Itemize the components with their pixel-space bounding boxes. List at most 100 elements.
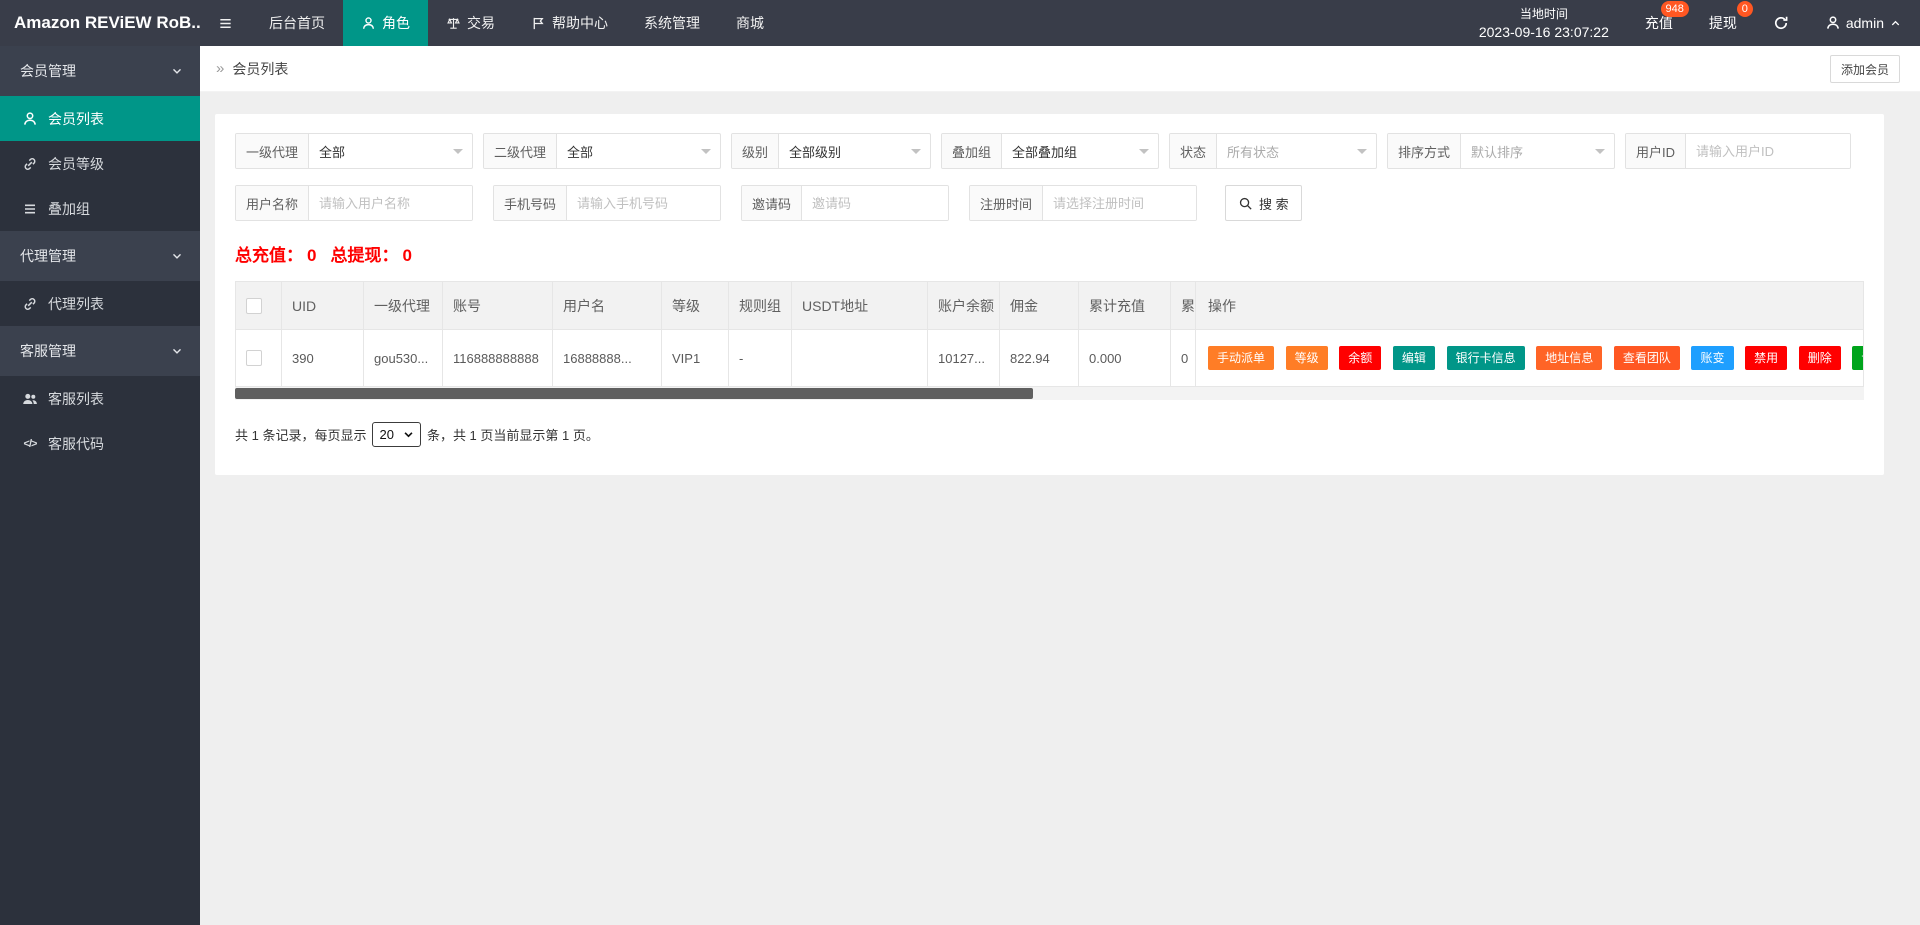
user-id-input[interactable]: [1686, 134, 1850, 168]
chevron-down-icon: [170, 344, 184, 358]
sidebar-item-member-level[interactable]: 会员等级: [0, 141, 200, 186]
nav-item-trade[interactable]: 交易: [428, 0, 513, 46]
nav-label: 角色: [382, 13, 410, 33]
col-total-withdraw: 累计提现: [1171, 282, 1196, 330]
add-member-button[interactable]: 添加会员: [1830, 55, 1900, 83]
nav-item-help-center[interactable]: 帮助中心: [513, 0, 626, 46]
withdraw-label: 提现: [1709, 13, 1737, 33]
col-agent1: 一级代理: [364, 282, 443, 330]
cell-uid: 390: [282, 330, 364, 387]
select-value: 全部叠加组: [1012, 142, 1077, 161]
status-select[interactable]: 所有状态: [1217, 134, 1376, 168]
select-value: 全部: [567, 142, 593, 161]
agent1-select[interactable]: 全部: [309, 134, 472, 168]
action-address-info[interactable]: 地址信息: [1536, 346, 1602, 370]
action-balance[interactable]: 余额: [1339, 346, 1381, 370]
hamburger-icon: [218, 16, 233, 31]
action-level[interactable]: 等级: [1286, 346, 1328, 370]
caret-down-icon: [911, 149, 921, 159]
nav-label: 帮助中心: [552, 13, 608, 33]
filter-username: 用户名称: [235, 185, 473, 221]
sidebar-item-stack-group[interactable]: 叠加组: [0, 186, 200, 231]
action-view-team[interactable]: 查看团队: [1614, 346, 1680, 370]
username-input[interactable]: [309, 186, 472, 220]
member-list-panel: 一级代理 全部 二级代理 全部 级别 全部级别 叠加组 全部叠加组 状态 所有状…: [215, 114, 1884, 475]
local-time: 当地时间 2023-09-16 23:07:22: [1461, 0, 1627, 46]
sort-select[interactable]: 默认排序: [1461, 134, 1614, 168]
action-disable[interactable]: 禁用: [1745, 346, 1787, 370]
sidebar-item-member-list[interactable]: 会员列表: [0, 96, 200, 141]
pagination-after: 条，共 1 页当前显示第 1 页。: [427, 425, 599, 444]
total-recharge-value: 0: [307, 246, 316, 265]
time-value: 2023-09-16 23:07:22: [1479, 23, 1609, 41]
filter-status: 状态 所有状态: [1169, 133, 1377, 169]
filter-label: 注册时间: [970, 186, 1043, 220]
filter-label: 二级代理: [484, 134, 557, 168]
select-all-checkbox[interactable]: [246, 298, 262, 314]
col-actions: 操作: [1196, 282, 1864, 330]
filter-label: 邀请码: [742, 186, 802, 220]
sidebar-group-agents[interactable]: 代理管理: [0, 231, 200, 281]
refresh-button[interactable]: [1755, 0, 1807, 46]
cell-account: 116888888888: [443, 330, 553, 387]
action-account-changes[interactable]: 账变: [1691, 346, 1733, 370]
recharge-link[interactable]: 充值 948: [1627, 0, 1691, 46]
nav-item-system[interactable]: 系统管理: [626, 0, 718, 46]
user-menu[interactable]: admin: [1807, 0, 1920, 46]
total-withdraw-value: 0: [402, 246, 411, 265]
cell-total-recharge: 0.000: [1079, 330, 1171, 387]
filter-sort: 排序方式 默认排序: [1387, 133, 1615, 169]
item-label: 叠加组: [48, 199, 90, 219]
withdraw-link[interactable]: 提现 0: [1691, 0, 1755, 46]
caret-down-icon: [1139, 149, 1149, 159]
action-bank-card-info[interactable]: 银行卡信息: [1447, 346, 1525, 370]
item-label: 会员列表: [48, 109, 104, 129]
agent2-select[interactable]: 全部: [557, 134, 720, 168]
phone-input[interactable]: [567, 186, 720, 220]
cell-username: 16888888...: [553, 330, 662, 387]
search-label: 搜 索: [1259, 194, 1289, 213]
select-value: 所有状态: [1227, 142, 1279, 161]
pagination: 共 1 条记录，每页显示 20 条，共 1 页当前显示第 1 页。: [235, 422, 1864, 447]
action-delete[interactable]: 删除: [1799, 346, 1841, 370]
sidebar-group-support[interactable]: 客服管理: [0, 326, 200, 376]
col-username: 用户名: [553, 282, 662, 330]
row-checkbox[interactable]: [246, 350, 262, 366]
horizontal-scrollbar: [235, 387, 1864, 400]
nav-item-shop[interactable]: 商城: [718, 0, 782, 46]
level-select[interactable]: 全部级别: [779, 134, 930, 168]
action-edit[interactable]: 编辑: [1393, 346, 1435, 370]
nav-item-roles[interactable]: 角色: [343, 0, 428, 46]
menu-toggle[interactable]: [200, 0, 251, 46]
filter-label: 级别: [732, 134, 779, 168]
filter-stack-group: 叠加组 全部叠加组: [941, 133, 1159, 169]
scrollbar-thumb[interactable]: [235, 388, 1033, 399]
table-header-row: UID 一级代理 账号 用户名 等级 规则组 USDT地址 账户余额 佣金 累计…: [236, 282, 1864, 330]
breadcrumb-chevron-icon: »: [216, 60, 224, 77]
per-page-select[interactable]: 20: [372, 422, 420, 447]
invite-code-input[interactable]: [802, 186, 948, 220]
sidebar-item-agent-list[interactable]: 代理列表: [0, 281, 200, 326]
caret-down-icon: [1357, 149, 1367, 159]
filter-label: 用户ID: [1626, 134, 1686, 168]
topbar-right: 当地时间 2023-09-16 23:07:22 充值 948 提现 0 adm…: [1461, 0, 1920, 46]
cell-level: VIP1: [662, 330, 729, 387]
scales-icon: [446, 16, 461, 31]
sidebar-group-members[interactable]: 会员管理: [0, 46, 200, 96]
group-label: 会员管理: [20, 61, 76, 81]
chevron-down-icon: [403, 429, 414, 440]
action-manual-dispatch[interactable]: 手动派单: [1208, 346, 1274, 370]
sidebar-item-support-list[interactable]: 客服列表: [0, 376, 200, 421]
recharge-badge: 948: [1661, 1, 1689, 17]
cell-agent1: gou530...: [364, 330, 443, 387]
stack-group-select[interactable]: 全部叠加组: [1002, 134, 1158, 168]
nav-item-dashboard[interactable]: 后台首页: [251, 0, 343, 46]
cell-commission: 822.94: [1000, 330, 1079, 387]
chevron-down-icon: [170, 64, 184, 78]
register-time-input[interactable]: [1043, 186, 1196, 220]
search-button[interactable]: 搜 索: [1225, 185, 1302, 221]
person-icon: [361, 16, 376, 31]
action-set-fake[interactable]: 设为假人: [1852, 346, 1863, 370]
cell-rule-group: -: [729, 330, 792, 387]
sidebar-item-support-code[interactable]: </> 客服代码: [0, 421, 200, 466]
